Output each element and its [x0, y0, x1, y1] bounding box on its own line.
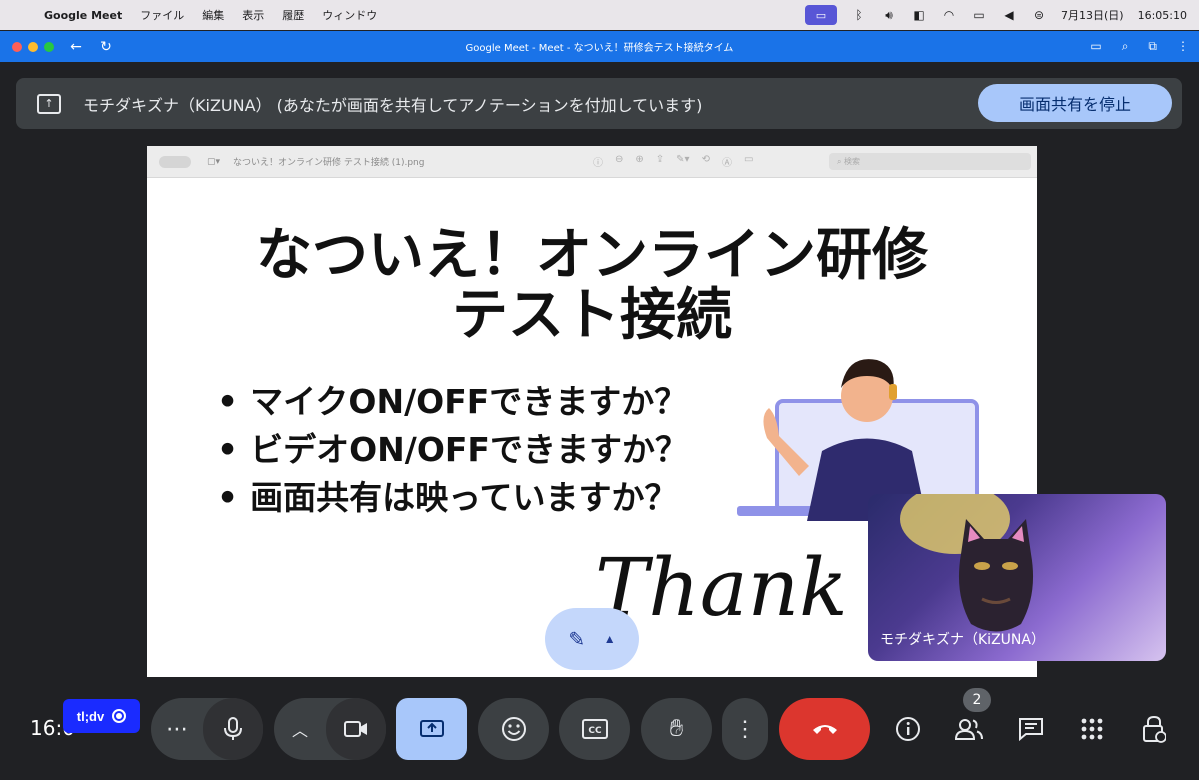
- captions-button[interactable]: CC: [559, 698, 630, 760]
- annotation-toolbar-button[interactable]: ✎ ▲: [545, 608, 639, 670]
- more-horizontal-icon: ⋯: [166, 716, 188, 742]
- close-window-button[interactable]: [12, 41, 22, 52]
- menu-file[interactable]: ファイル: [140, 7, 184, 23]
- window-controls: [12, 41, 54, 52]
- people-button[interactable]: [948, 708, 990, 750]
- microphone-icon: [224, 717, 242, 740]
- slide-title-line1: なついえ！オンライン研修: [256, 223, 928, 288]
- slide-bullets: • マイクON/OFFできますか？ • ビデオON/OFFできますか？ • 画面共有は…: [217, 378, 688, 522]
- info-icon[interactable]: ⓘ: [593, 154, 603, 169]
- activities-button[interactable]: [1071, 708, 1113, 750]
- more-menu-icon[interactable]: ⋮: [1177, 39, 1189, 54]
- slide-title-line2: テスト接続: [452, 283, 732, 348]
- menu-history[interactable]: 履歴: [282, 7, 304, 23]
- slide-bullet: • 画面共有は映っていますか？: [217, 478, 678, 517]
- control-center-icon[interactable]: ⊜: [1031, 8, 1047, 22]
- reload-icon[interactable]: ↻: [98, 39, 114, 55]
- form-icon[interactable]: ▭: [744, 154, 753, 169]
- video-options-button[interactable]: ︿: [274, 698, 326, 760]
- volume-icon[interactable]: 🔊︎: [881, 8, 897, 23]
- battery-icon[interactable]: ▭: [971, 8, 987, 22]
- more-options-button[interactable]: ⋮: [722, 698, 768, 760]
- camera-button[interactable]: [326, 698, 386, 760]
- menu-app-name[interactable]: Google Meet: [44, 9, 122, 22]
- lock-person-icon: [1143, 715, 1166, 743]
- chat-button[interactable]: [1010, 708, 1052, 750]
- slide-bullet: • マイクON/OFFできますか？: [217, 382, 688, 421]
- meeting-details-button[interactable]: [887, 708, 929, 750]
- markup-icon[interactable]: ✎▾: [676, 154, 689, 169]
- video-camera-icon: [344, 721, 367, 737]
- svg-text:CC: CC: [588, 726, 602, 736]
- host-controls-button[interactable]: [1133, 708, 1175, 750]
- menu-window[interactable]: ウィンドウ: [322, 7, 377, 23]
- tldv-label: tl;dv: [76, 708, 105, 724]
- rotate-icon[interactable]: ⟲: [702, 154, 710, 169]
- hang-up-icon: [812, 725, 837, 734]
- apps-grid-icon: [1081, 718, 1103, 740]
- preview-search-field[interactable]: ⌕ 検索: [829, 153, 1031, 170]
- present-screen-icon: ↑: [37, 93, 61, 114]
- menu-bar: Google Meet ファイル 編集 表示 履歴 ウィンドウ ▭ ᛒ 🔊︎ ◧…: [0, 0, 1199, 30]
- back-arrow-icon[interactable]: ←: [68, 39, 84, 55]
- self-video-tile[interactable]: モチダキズナ（KiZUNA）: [868, 494, 1166, 661]
- pen-tool-icon[interactable]: ✎: [568, 627, 585, 652]
- wifi-icon[interactable]: ◠: [941, 8, 957, 22]
- share-icon[interactable]: ⇪: [656, 154, 664, 169]
- browser-window-title: Google Meet - Meet - なついえ！研修会テスト接続タイム: [465, 43, 734, 54]
- record-icon: [112, 709, 127, 723]
- emoji-icon: [501, 717, 526, 741]
- sidebar-toggle-icon[interactable]: [159, 155, 191, 168]
- browser-toolbar: ← ↻ Google Meet - Meet - なついえ！研修会テスト接続タイ…: [0, 31, 1199, 62]
- screen-share-status-icon[interactable]: ▭: [805, 5, 837, 25]
- hand-icon: ✋︎: [669, 715, 684, 742]
- leave-call-button[interactable]: [779, 698, 870, 760]
- input-source-icon[interactable]: ◀: [1001, 8, 1017, 22]
- cat-avatar: [958, 519, 1034, 632]
- tldv-recorder-button[interactable]: tl;dv: [63, 699, 140, 733]
- menubar-time[interactable]: 16:05:10: [1138, 9, 1187, 22]
- zoom-in-icon[interactable]: ⊕: [635, 154, 643, 169]
- info-icon: [896, 717, 920, 741]
- microphone-button[interactable]: [203, 698, 263, 760]
- people-icon: [955, 719, 983, 740]
- screen-share-banner: ↑ モチダキズナ（KiZUNA） (あなたが画面を共有してアノテーションを付加し…: [16, 78, 1182, 129]
- slide-bullet: • ビデオON/OFFできますか？: [217, 430, 688, 469]
- chat-icon: [1019, 718, 1043, 741]
- reactions-button[interactable]: [478, 698, 549, 760]
- zoom-out-icon[interactable]: ⊖: [615, 154, 623, 169]
- share-banner-message: モチダキズナ（KiZUNA） (あなたが画面を共有してアノテーションを付加してい…: [83, 95, 703, 115]
- extensions-icon[interactable]: ⧉: [1148, 39, 1157, 54]
- chevron-up-icon: ︿: [291, 721, 308, 740]
- layout-icon[interactable]: ▢▾: [207, 157, 227, 167]
- menubar-date[interactable]: 7月13日(日): [1061, 7, 1124, 23]
- bluetooth-icon[interactable]: ᛒ: [851, 8, 867, 22]
- self-tile-name: モチダキズナ（KiZUNA）: [880, 632, 1045, 648]
- closed-captions-icon: CC: [581, 719, 608, 739]
- stop-sharing-button[interactable]: 画面共有を停止: [978, 84, 1172, 122]
- menu-view[interactable]: 表示: [242, 7, 264, 23]
- camera-control-group: ︿: [274, 698, 386, 760]
- zoom-window-button[interactable]: [44, 41, 54, 52]
- annotate-icon[interactable]: Ⓐ: [722, 154, 732, 169]
- minimize-window-button[interactable]: [28, 41, 38, 52]
- chevron-up-icon[interactable]: ▲: [604, 632, 616, 646]
- present-screen-icon: [419, 720, 444, 737]
- mic-control-group: ⋯: [151, 698, 263, 760]
- focus-icon[interactable]: ◧: [911, 8, 927, 22]
- preview-filename: なついえ！オンライン研修 テスト接続 (1).png: [233, 158, 425, 168]
- preview-toolbar: ▢▾ なついえ！オンライン研修 テスト接続 (1).png ⓘ ⊖ ⊕ ⇪ ✎▾…: [147, 146, 1037, 178]
- audio-options-button[interactable]: ⋯: [151, 698, 203, 760]
- camera-indicator-icon[interactable]: ▭: [1090, 39, 1101, 54]
- zoom-icon[interactable]: ⌕: [1122, 39, 1129, 54]
- more-vertical-icon: ⋮: [734, 716, 756, 741]
- menu-edit[interactable]: 編集: [202, 7, 224, 23]
- present-screen-button[interactable]: [396, 698, 467, 760]
- raise-hand-button[interactable]: ✋︎: [641, 698, 712, 760]
